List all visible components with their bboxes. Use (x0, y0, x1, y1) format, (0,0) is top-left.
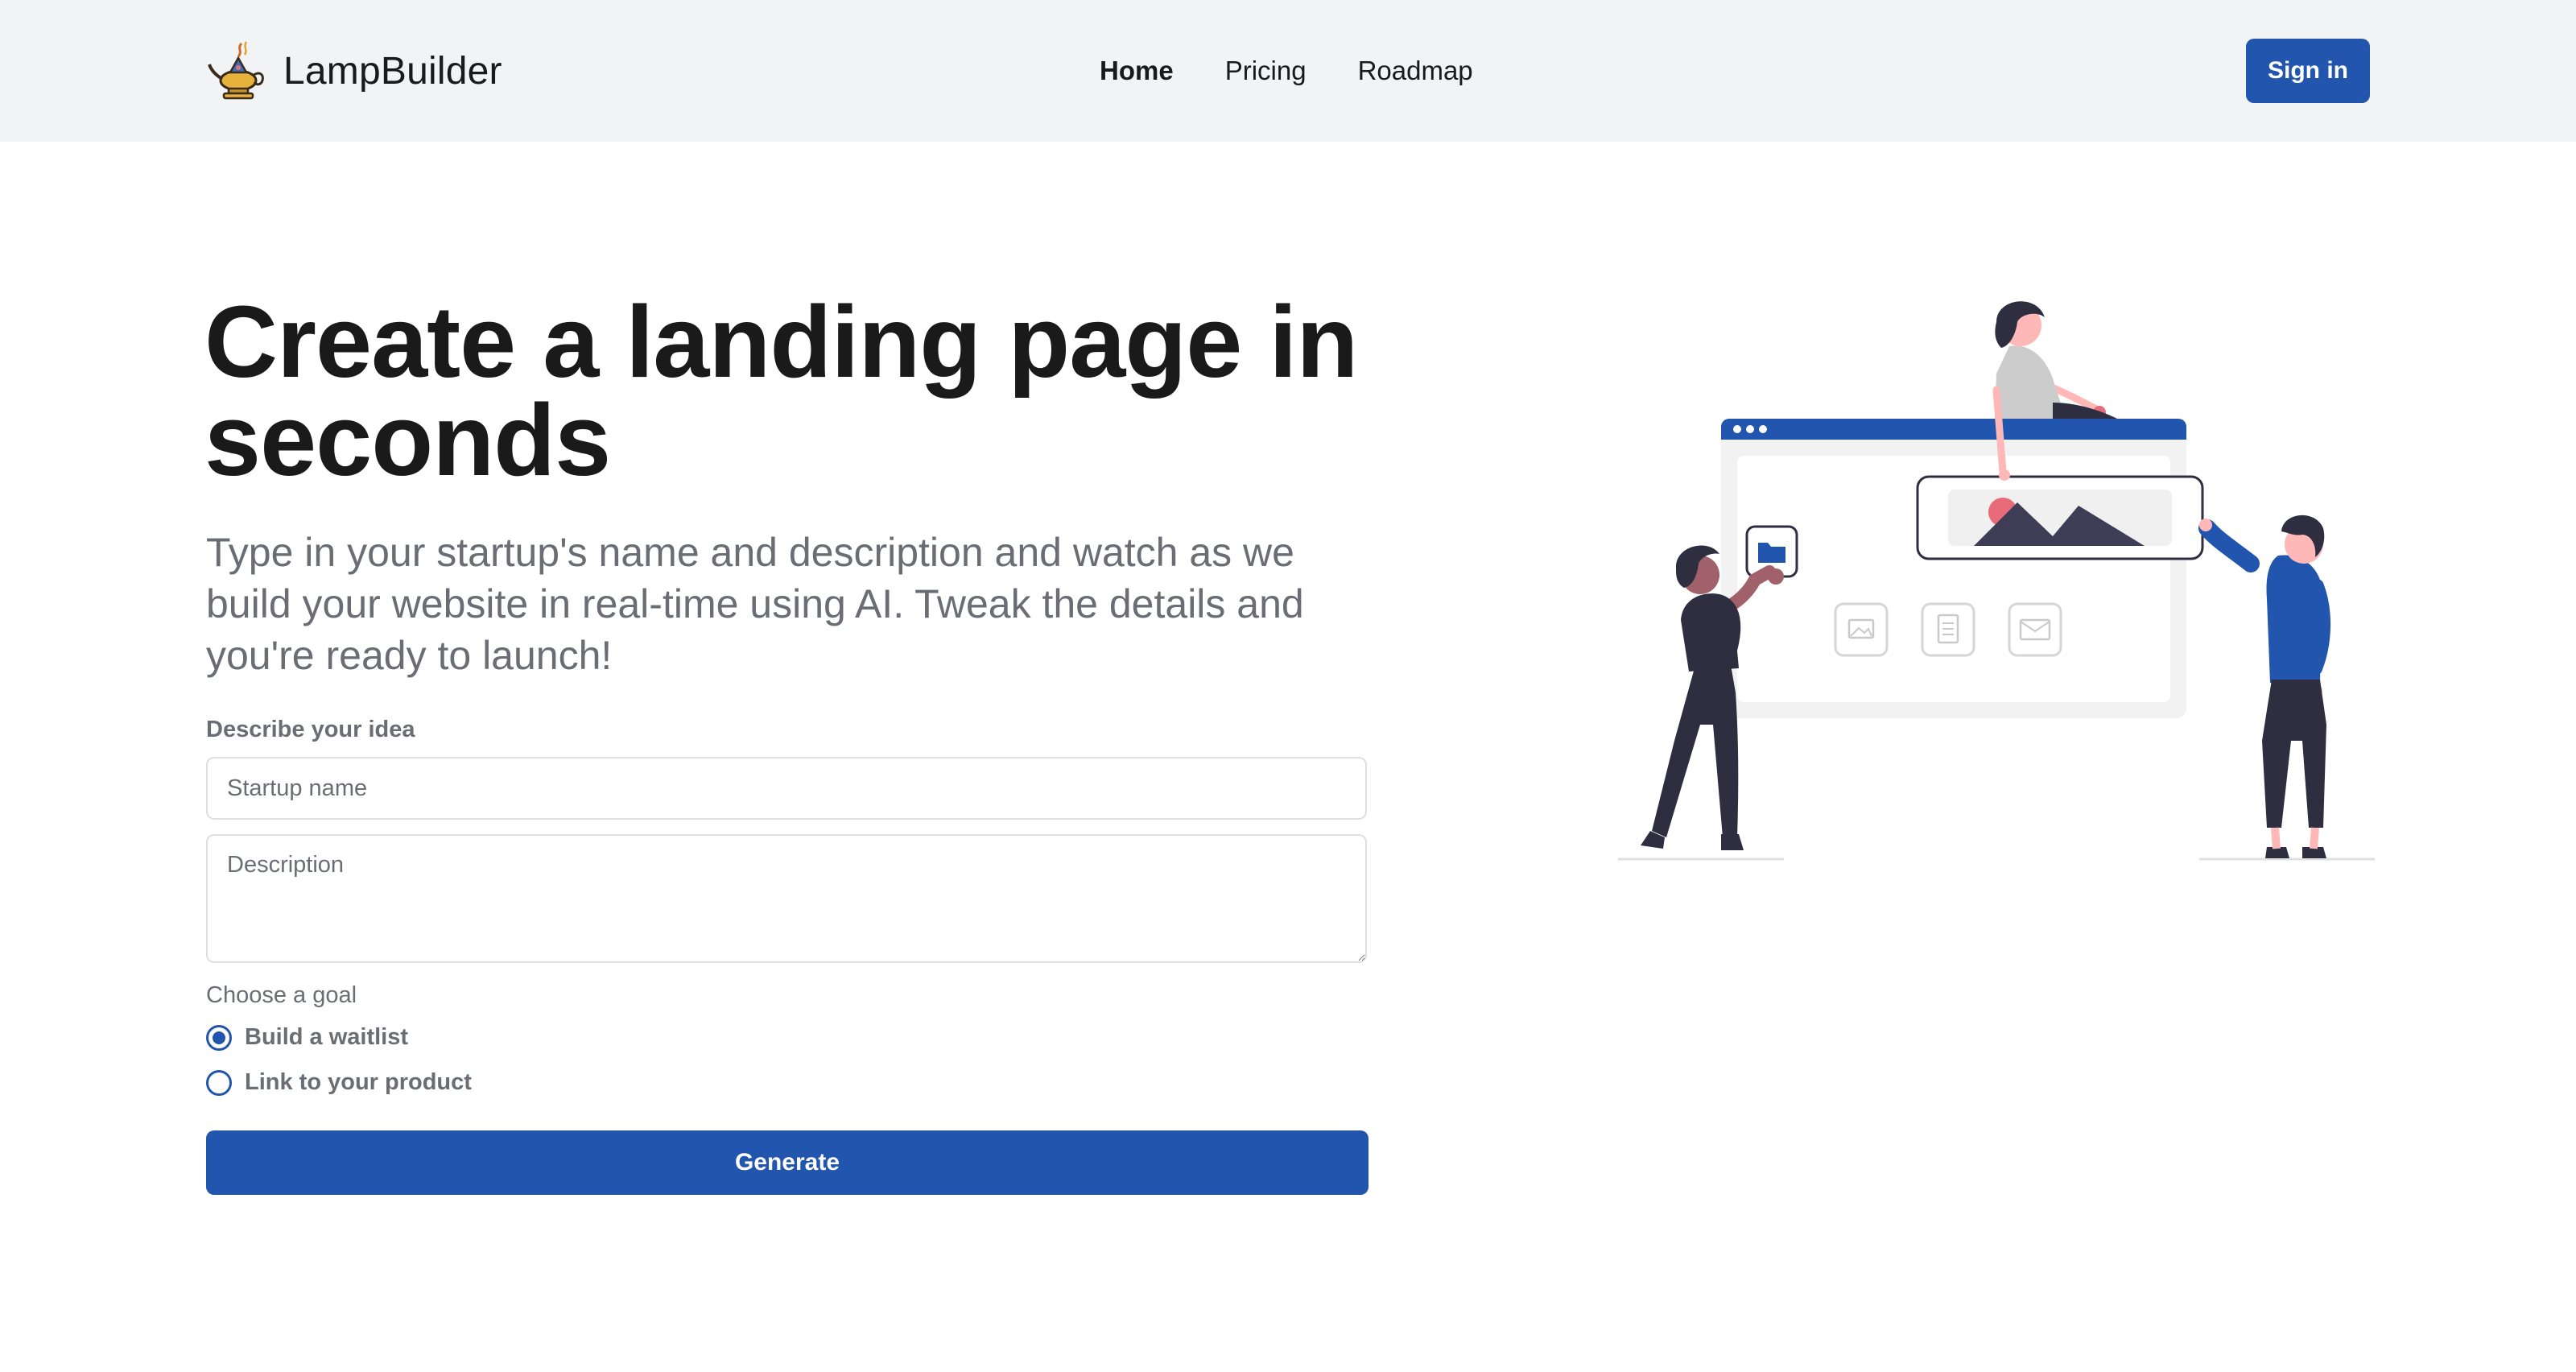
hero-subtitle: Type in your startup's name and descript… (206, 530, 1304, 678)
waitlist-radio[interactable] (206, 1024, 232, 1051)
product-link-radio-label: Link to your product (245, 1069, 472, 1095)
generate-button[interactable]: Generate (206, 1130, 1368, 1195)
waitlist-radio-label: Build a waitlist (245, 1024, 409, 1050)
image-icon (1834, 602, 1889, 657)
sign-in-button[interactable]: Sign in (2246, 39, 2370, 103)
description-textarea[interactable] (206, 834, 1367, 963)
top-header: LampBuilder Home Pricing Roadmap Sign in (0, 0, 2576, 142)
brand[interactable]: LampBuilder (206, 35, 502, 106)
product-link-radio[interactable] (206, 1069, 232, 1096)
mountain-image-icon (1916, 475, 2204, 560)
goal-option-waitlist[interactable]: Build a waitlist (206, 1024, 408, 1051)
nav-pricing-link[interactable]: Pricing (1225, 56, 1307, 86)
document-icon (1921, 602, 1975, 657)
goal-label: Choose a goal (206, 982, 357, 1008)
nav-home-link[interactable]: Home (1100, 56, 1174, 86)
main-nav: Home Pricing Roadmap (1100, 52, 1473, 90)
hero-illustration (1618, 301, 2375, 861)
nav-roadmap-link[interactable]: Roadmap (1358, 56, 1473, 86)
mail-icon (2008, 602, 2062, 657)
person-right-figure (2198, 514, 2331, 858)
goal-option-product-link[interactable]: Link to your product (206, 1069, 472, 1096)
brand-name: LampBuilder (283, 49, 502, 93)
idea-label: Describe your idea (206, 717, 415, 742)
startup-name-input[interactable] (206, 757, 1367, 820)
page-title: Create a landing page in seconds (204, 285, 1358, 497)
genie-lamp-logo-icon (208, 41, 264, 100)
